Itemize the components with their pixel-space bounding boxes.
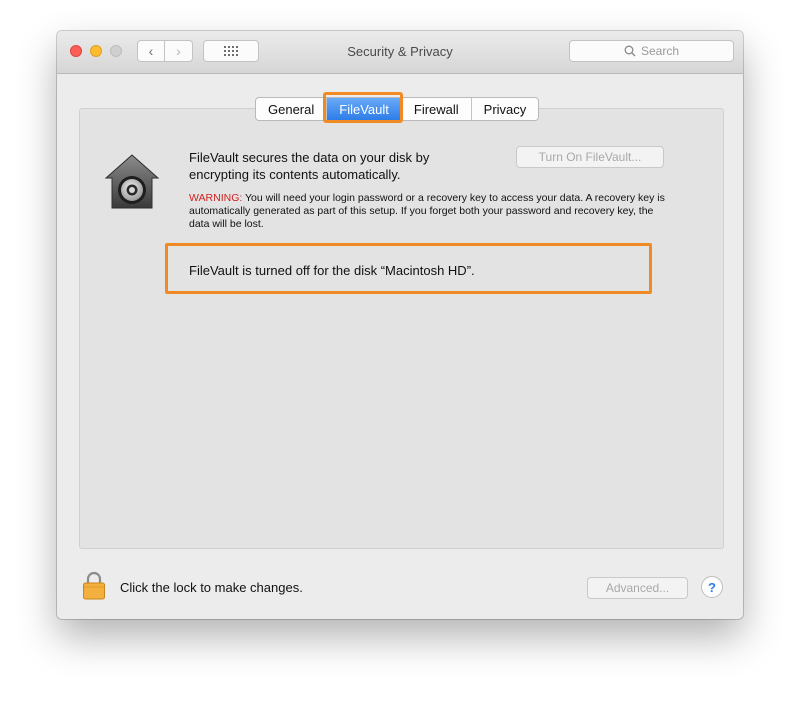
filevault-tab-highlight <box>323 92 403 123</box>
warning-label: WARNING: <box>189 192 243 204</box>
tab-general[interactable]: General <box>256 98 328 120</box>
filevault-status: FileVault is turned off for the disk “Ma… <box>189 263 475 278</box>
title-bar: ‹ › Security & Privacy Search <box>57 31 743 74</box>
filevault-icon <box>104 154 160 209</box>
tab-privacy[interactable]: Privacy <box>472 98 539 120</box>
lock-icon[interactable] <box>82 570 106 600</box>
tab-firewall[interactable]: Firewall <box>402 98 472 120</box>
warning-body: You will need your login password or a r… <box>189 192 665 230</box>
preferences-window: ‹ › Security & Privacy Search General Fi… <box>57 31 743 619</box>
filevault-description: FileVault secures the data on your disk … <box>189 150 430 182</box>
turn-on-filevault-button[interactable]: Turn On FileVault... <box>516 146 664 168</box>
question-mark-icon: ? <box>708 579 716 595</box>
search-icon <box>624 45 636 57</box>
help-button[interactable]: ? <box>701 576 723 598</box>
search-placeholder: Search <box>640 44 680 58</box>
advanced-button[interactable]: Advanced... <box>587 577 688 599</box>
lock-message: Click the lock to make changes. <box>120 580 303 595</box>
search-field[interactable]: Search <box>569 40 734 62</box>
warning-text: WARNING: You will need your login passwo… <box>189 192 669 231</box>
